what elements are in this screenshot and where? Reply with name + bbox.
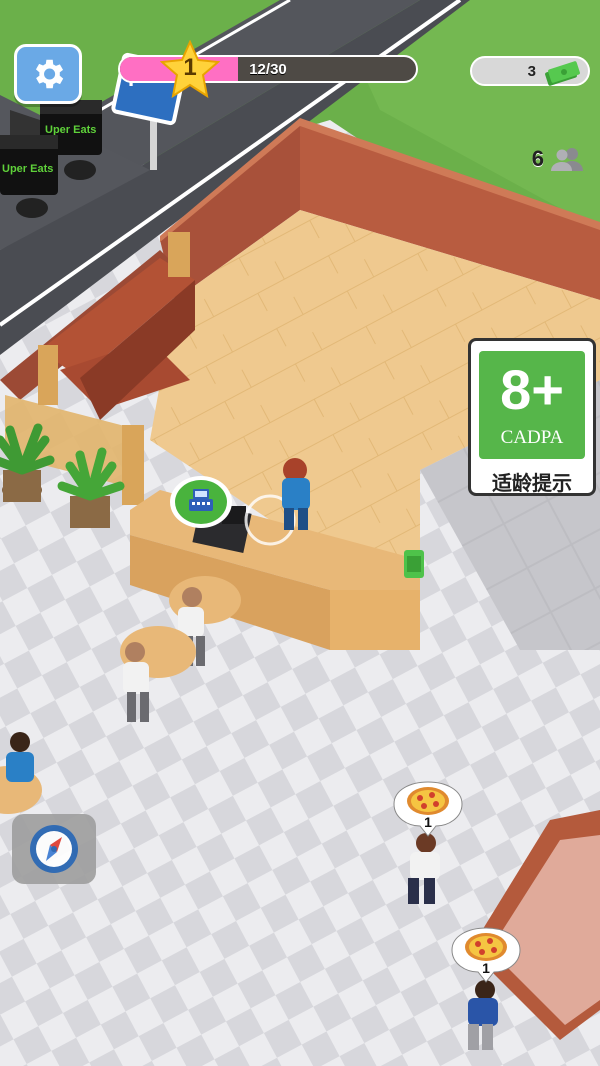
age-rating-org: CADPA — [500, 427, 564, 448]
money-amount: 3 — [527, 63, 536, 80]
order-quantity: 1 — [424, 814, 432, 830]
railing-post — [122, 425, 144, 505]
money-counter: 3 — [470, 56, 590, 86]
pizza-icon — [407, 787, 449, 815]
customer-count: 6 — [532, 146, 584, 172]
scooter-label: Uper Eats — [45, 124, 96, 136]
age-rating-value: 8+ — [500, 358, 564, 421]
people-icon — [551, 148, 583, 171]
game-scene: P Uper Eats Uper Eats — [0, 0, 600, 1066]
age-rating-panel: 8+ CADPA — [479, 351, 585, 459]
cash-stack — [404, 550, 424, 578]
counter-side — [330, 590, 420, 650]
level-number: 1 — [183, 54, 197, 81]
customer-count-number: 6 — [531, 146, 544, 171]
gear-icon — [35, 59, 64, 89]
level-star: 1 — [159, 39, 221, 99]
cash-icon — [545, 61, 580, 86]
cash-register-icon — [189, 489, 213, 511]
age-rating-label: 适龄提示 — [492, 473, 572, 495]
compass-icon — [30, 825, 78, 873]
order-quantity: 1 — [482, 960, 490, 976]
pizza-icon — [465, 933, 507, 961]
railing-post-3 — [168, 232, 190, 277]
settings-button[interactable] — [14, 44, 82, 104]
order-bubble: 1 — [450, 926, 522, 983]
compass-button[interactable] — [12, 814, 96, 884]
cash-register-button[interactable] — [168, 474, 234, 530]
order-bubble: 1 — [392, 780, 464, 837]
age-rating-badge: 8+ CADPA 适龄提示 — [468, 338, 596, 496]
railing-post-2 — [38, 345, 58, 405]
scooter-label-2: Uper Eats — [2, 163, 53, 175]
sign-pole — [150, 115, 157, 170]
